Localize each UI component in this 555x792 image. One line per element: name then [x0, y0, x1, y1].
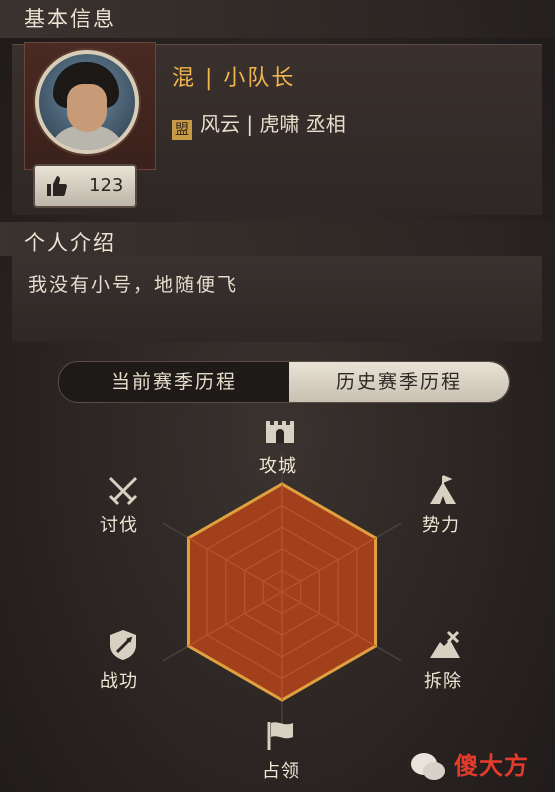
shield-sword-icon	[110, 630, 136, 660]
castle-gate-icon	[266, 421, 294, 443]
demolish-icon	[430, 630, 460, 658]
watermark: 傻大方	[408, 742, 548, 786]
watermark-text: 傻大方	[454, 752, 529, 780]
axis-label-siege: 攻城	[259, 456, 297, 477]
axis-label-occupy: 占领	[262, 761, 300, 782]
wechat-icon	[411, 753, 445, 780]
axis-label-punish: 讨伐	[100, 515, 138, 536]
flag-icon	[267, 722, 293, 750]
camp-tent-icon	[430, 475, 456, 504]
axis-label-power: 势力	[422, 515, 460, 536]
axis-label-demolish: 拆除	[424, 671, 462, 692]
crossed-swords-icon	[108, 476, 138, 506]
radar-chart	[162, 454, 402, 730]
axis-label-merit: 战功	[100, 671, 138, 692]
